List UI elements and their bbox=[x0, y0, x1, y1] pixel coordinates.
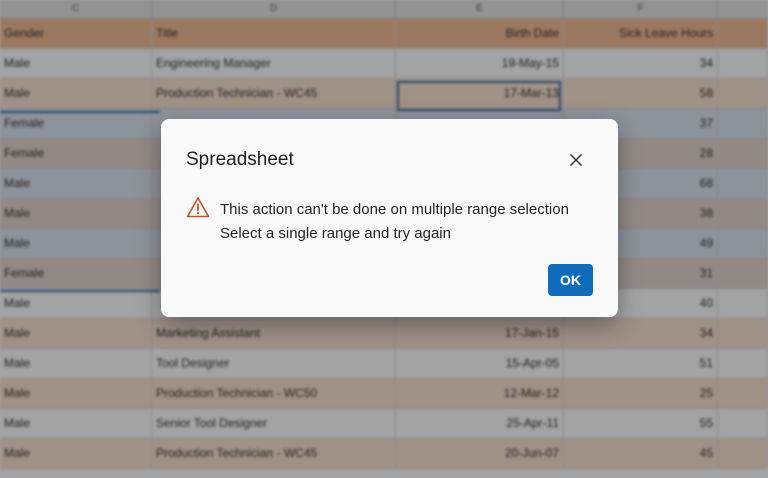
close-button[interactable] bbox=[565, 149, 587, 171]
dialog-title: Spreadsheet bbox=[186, 149, 294, 170]
dialog-message-line2: Select a single range and try again bbox=[220, 225, 451, 242]
dialog-message-line1: This action can't be done on multiple ra… bbox=[220, 201, 569, 218]
ok-button[interactable]: OK bbox=[548, 264, 593, 296]
warning-icon bbox=[186, 197, 210, 218]
error-dialog: Spreadsheet This action can't be done on… bbox=[161, 119, 618, 317]
close-icon bbox=[570, 154, 582, 166]
